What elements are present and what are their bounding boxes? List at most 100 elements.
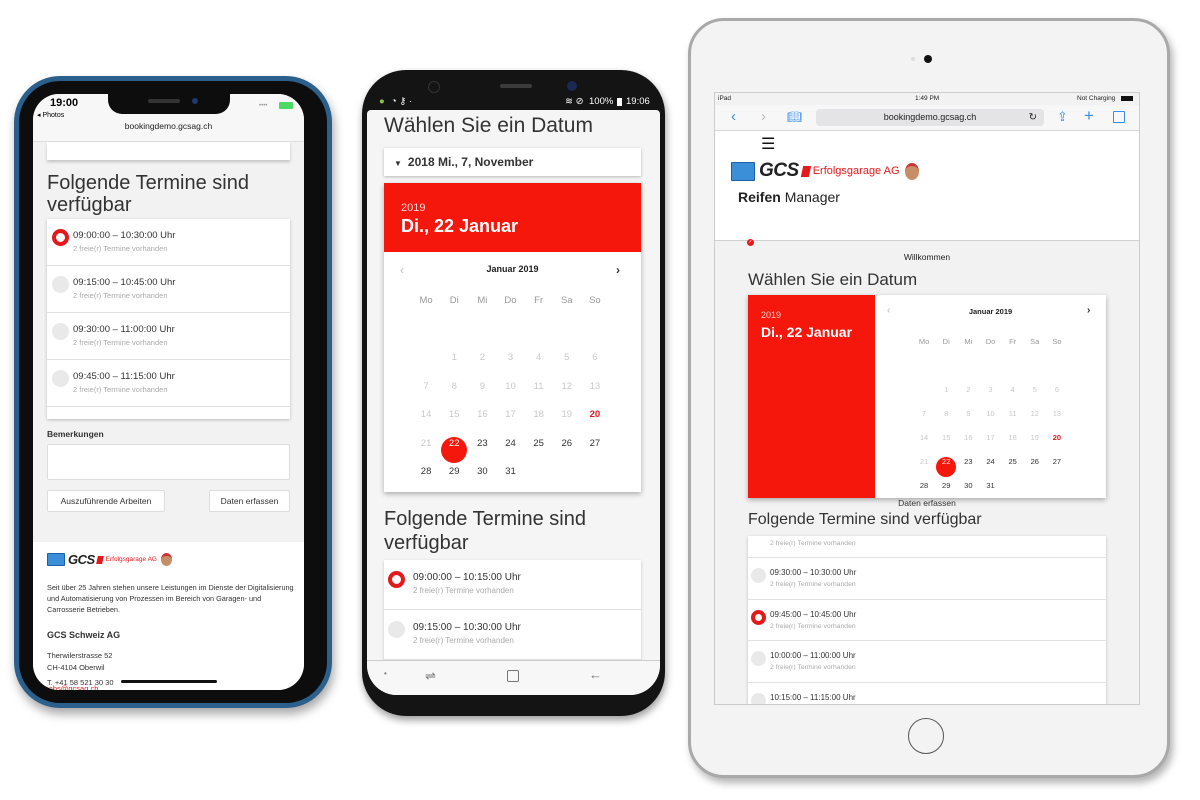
date-picker[interactable]: 2019 Di., 22 Januar ‹ Januar 2019 › Mo Di…: [748, 295, 1106, 498]
day-cell[interactable]: 26: [1024, 457, 1046, 481]
slot-item[interactable]: 09:30:00 – 10:30:00 Uhr 2 freie(r) Termin…: [748, 558, 1106, 600]
share-icon[interactable]: ⇪: [1057, 109, 1068, 125]
next-month-icon[interactable]: ›: [1087, 305, 1090, 316]
slot-item[interactable]: 09:45:00 – 10:45:00 Uhr 2 freie(r) Termin…: [748, 600, 1106, 641]
slot-item[interactable]: 09:15:00 – 10:45:00 Uhr 2 freie(r) Termin…: [47, 266, 290, 313]
day-cell[interactable]: 27: [581, 438, 609, 467]
picker-month: Januar 2019: [968, 307, 1013, 316]
forward-icon[interactable]: ›: [761, 108, 766, 125]
bookmarks-icon[interactable]: 📖︎: [787, 110, 802, 124]
date-heading: Wählen Sie ein Datum: [748, 270, 918, 289]
url-bar[interactable]: bookingdemo.gcsag.ch ↻: [816, 109, 1044, 126]
reload-icon[interactable]: ↻: [1029, 109, 1037, 126]
next-month-icon[interactable]: ›: [616, 263, 620, 277]
app-name-rest: Manager: [784, 189, 840, 205]
tabs-icon[interactable]: [1113, 111, 1125, 123]
url-bar[interactable]: bookingdemo.gcsag.ch: [33, 121, 304, 131]
slot-item[interactable]: 10:00:00 – 11:00:00 Uhr 2 freie(r) Termin…: [748, 641, 1106, 683]
day-cell: 18: [533, 409, 544, 420]
slot-availability: 2 freie(r) Termine vorhanden: [73, 244, 168, 253]
day-cell[interactable]: 31: [979, 481, 1001, 498]
new-tab-icon[interactable]: +: [1084, 106, 1094, 126]
day-selected[interactable]: 22: [440, 436, 468, 467]
radio-icon[interactable]: [751, 568, 766, 583]
day-cell: 14: [420, 409, 432, 420]
back-icon[interactable]: ‹: [731, 108, 736, 125]
radio-icon[interactable]: [751, 692, 766, 704]
radio-icon[interactable]: [751, 651, 766, 666]
submit-data-button[interactable]: Daten erfassen: [209, 490, 290, 512]
day-cell[interactable]: 25: [525, 438, 553, 467]
home-indicator[interactable]: [121, 680, 217, 683]
slot-item[interactable]: 09:00:00 – 10:15:00 Uhr 2 freie(r) Termin…: [384, 560, 641, 610]
remarks-input[interactable]: [47, 444, 290, 480]
weekday-label: Di: [449, 295, 459, 306]
calendar-grid[interactable]: Mo Di Mi Do Fr Sa So 1 2 3 4 5 6 7 8 9 10 11 12 13 14 15 16 17 1…: [412, 295, 609, 492]
slot-item[interactable]: 09:00:00 – 10:30:00 Uhr 2 freie(r) Termin…: [47, 219, 290, 266]
radio-icon[interactable]: [52, 323, 69, 340]
day-cell[interactable]: 23: [468, 438, 496, 467]
day-cell[interactable]: 24: [496, 438, 524, 467]
day-cell[interactable]: 24: [979, 457, 1001, 481]
slots-heading: Folgende Termine sind verfügbar: [748, 511, 982, 528]
app-name: Reifen Manager: [738, 189, 840, 205]
day-cell[interactable]: 30: [957, 481, 979, 498]
day-today[interactable]: 20: [1046, 433, 1068, 457]
submit-data-button[interactable]: Daten erfassen: [715, 498, 1139, 508]
iphone-screen: 19:00 ◂ Photos •••• bookingdemo.gcsag.ch…: [33, 94, 304, 690]
slot-item[interactable]: 09:45:00 – 11:15:00 Uhr 2 freie(r) Termin…: [47, 360, 290, 407]
work-items-button[interactable]: Auszuführende Arbeiten: [47, 490, 165, 512]
radio-selected-icon[interactable]: [52, 229, 69, 246]
slot-list[interactable]: 2 freie(r) Termine vorhanden 09:30:00 – …: [748, 536, 1106, 704]
nav-dot-icon[interactable]: •: [384, 669, 387, 678]
picker-selected-date: Di., 22 Januar: [761, 324, 853, 340]
slot-list[interactable]: 09:00:00 – 10:15:00 Uhr 2 freie(r) Termin…: [384, 560, 641, 665]
day-cell: 7: [921, 409, 927, 418]
slot-item[interactable]: 09:30:00 – 11:00:00 Uhr 2 freie(r) Termin…: [47, 313, 290, 360]
home-icon[interactable]: [507, 670, 519, 682]
radio-icon[interactable]: [52, 370, 69, 387]
status-battery-text: Not Charging: [1077, 95, 1116, 102]
radio-icon[interactable]: [388, 621, 405, 638]
picker-year[interactable]: 2019: [401, 202, 425, 214]
slot-item[interactable]: 2 freie(r) Termine vorhanden: [748, 536, 1106, 558]
calendar-grid[interactable]: Mo Di Mi Do Fr Sa So 1 2 3 4 5 6 7 8 9 10 11 12 13 14 15 16 17 1…: [913, 337, 1068, 498]
day-cell[interactable]: 25: [1002, 457, 1024, 481]
day-cell[interactable]: 28: [913, 481, 935, 498]
radio-selected-icon[interactable]: [751, 609, 766, 625]
day-cell[interactable]: 28: [412, 466, 440, 492]
slot-item[interactable]: 09:15:00 – 10:30:00 Uhr 2 freie(r) Termin…: [384, 610, 641, 660]
slot-list[interactable]: 09:00:00 – 10:30:00 Uhr 2 freie(r) Termin…: [47, 219, 290, 419]
day-cell[interactable]: 29: [440, 466, 468, 492]
slot-availability: 2 freie(r) Termine vorhanden: [770, 581, 856, 588]
radio-icon[interactable]: [52, 276, 69, 293]
address-city: CH-4104 Oberwil: [47, 663, 105, 672]
radio-selected-icon[interactable]: [388, 571, 405, 588]
day-cell[interactable]: 31: [496, 466, 524, 492]
date-picker[interactable]: 2019 Di., 22 Januar ‹ Januar 2019 › Mo Di…: [384, 183, 641, 492]
welcome-text: Willkommen: [903, 252, 951, 262]
recent-apps-icon[interactable]: ⇌: [425, 668, 436, 684]
sensor-dot: [911, 57, 915, 61]
home-button[interactable]: [908, 718, 944, 754]
day-cell[interactable]: 26: [553, 438, 581, 467]
back-icon[interactable]: ←: [589, 667, 602, 682]
slot-item[interactable]: 10:15:00 – 11:15:00 Uhr: [748, 683, 1106, 704]
back-to-photos-link[interactable]: ◂ Photos: [37, 111, 64, 119]
weekday-label: Mo: [419, 295, 433, 306]
slots-heading: Folgende Termine sind verfügbar: [47, 172, 249, 216]
day-cell: 6: [1054, 385, 1059, 394]
day-today[interactable]: 20: [581, 409, 609, 438]
day-selected[interactable]: 22: [935, 457, 957, 481]
hamburger-menu-icon[interactable]: ☰: [761, 137, 775, 153]
day-cell[interactable]: 23: [957, 457, 979, 481]
date-dropdown[interactable]: ▼ 2018 Mi., 7, November: [384, 148, 641, 176]
day-cell[interactable]: 30: [468, 466, 496, 492]
ipad-device: iPad 1:49 PM Not Charging ‹ › 📖︎ booking…: [688, 18, 1170, 778]
day-cell[interactable]: 27: [1046, 457, 1068, 481]
picker-year[interactable]: 2019: [761, 310, 781, 320]
company-email-link[interactable]: jobs@gcsag.ch: [47, 684, 98, 690]
day-cell: 19: [1030, 433, 1039, 442]
day-cell[interactable]: 29: [935, 481, 957, 498]
